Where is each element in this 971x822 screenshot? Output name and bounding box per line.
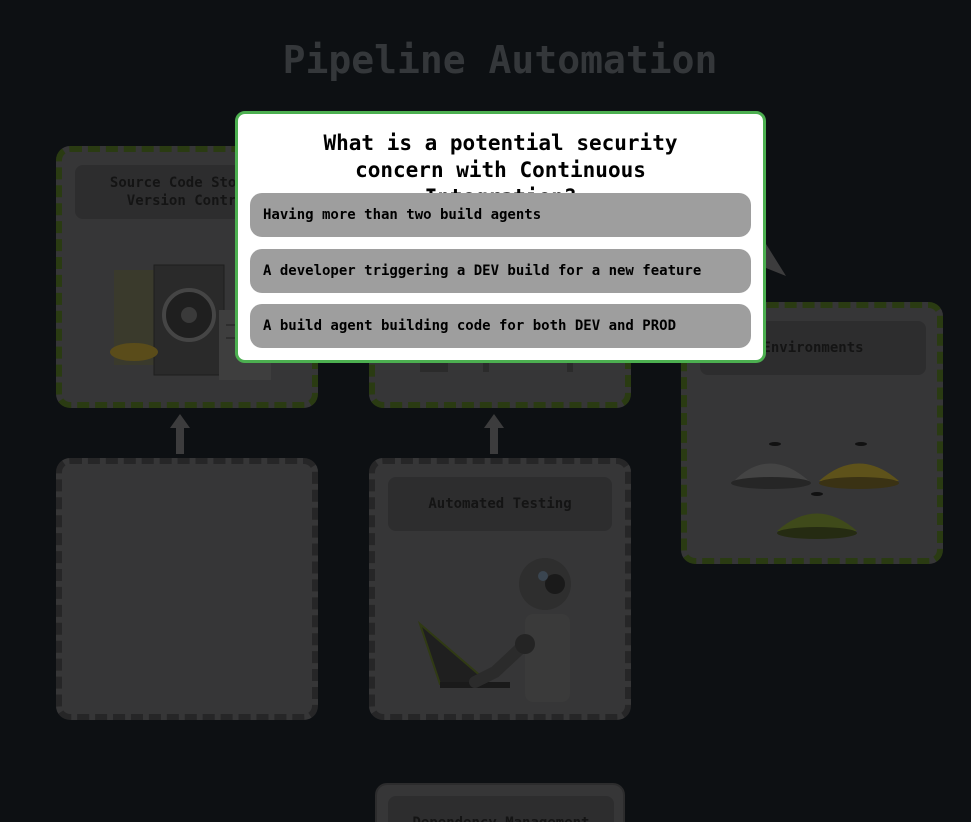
quiz-option[interactable]: Having more than two build agents (250, 193, 751, 237)
dependency-card[interactable]: Dependency Management (375, 783, 625, 822)
quiz-option[interactable]: A build agent building code for both DEV… (250, 304, 751, 348)
automated-testing-card[interactable]: Automated Testing (369, 458, 631, 720)
arrow-up-icon (484, 414, 504, 454)
empty-card[interactable] (56, 458, 318, 720)
robot-icon (417, 558, 571, 702)
automated-testing-label: Automated Testing (388, 477, 612, 531)
arrow-up-icon (170, 414, 190, 454)
quiz-modal: What is a potential security concern wit… (235, 111, 766, 363)
page-title: Pipeline Automation (282, 38, 718, 82)
arrow-right-icon (766, 244, 786, 276)
environments-icon (731, 442, 899, 539)
quiz-option[interactable]: A developer triggering a DEV build for a… (250, 249, 751, 293)
dependency-label: Dependency Management (388, 796, 614, 822)
